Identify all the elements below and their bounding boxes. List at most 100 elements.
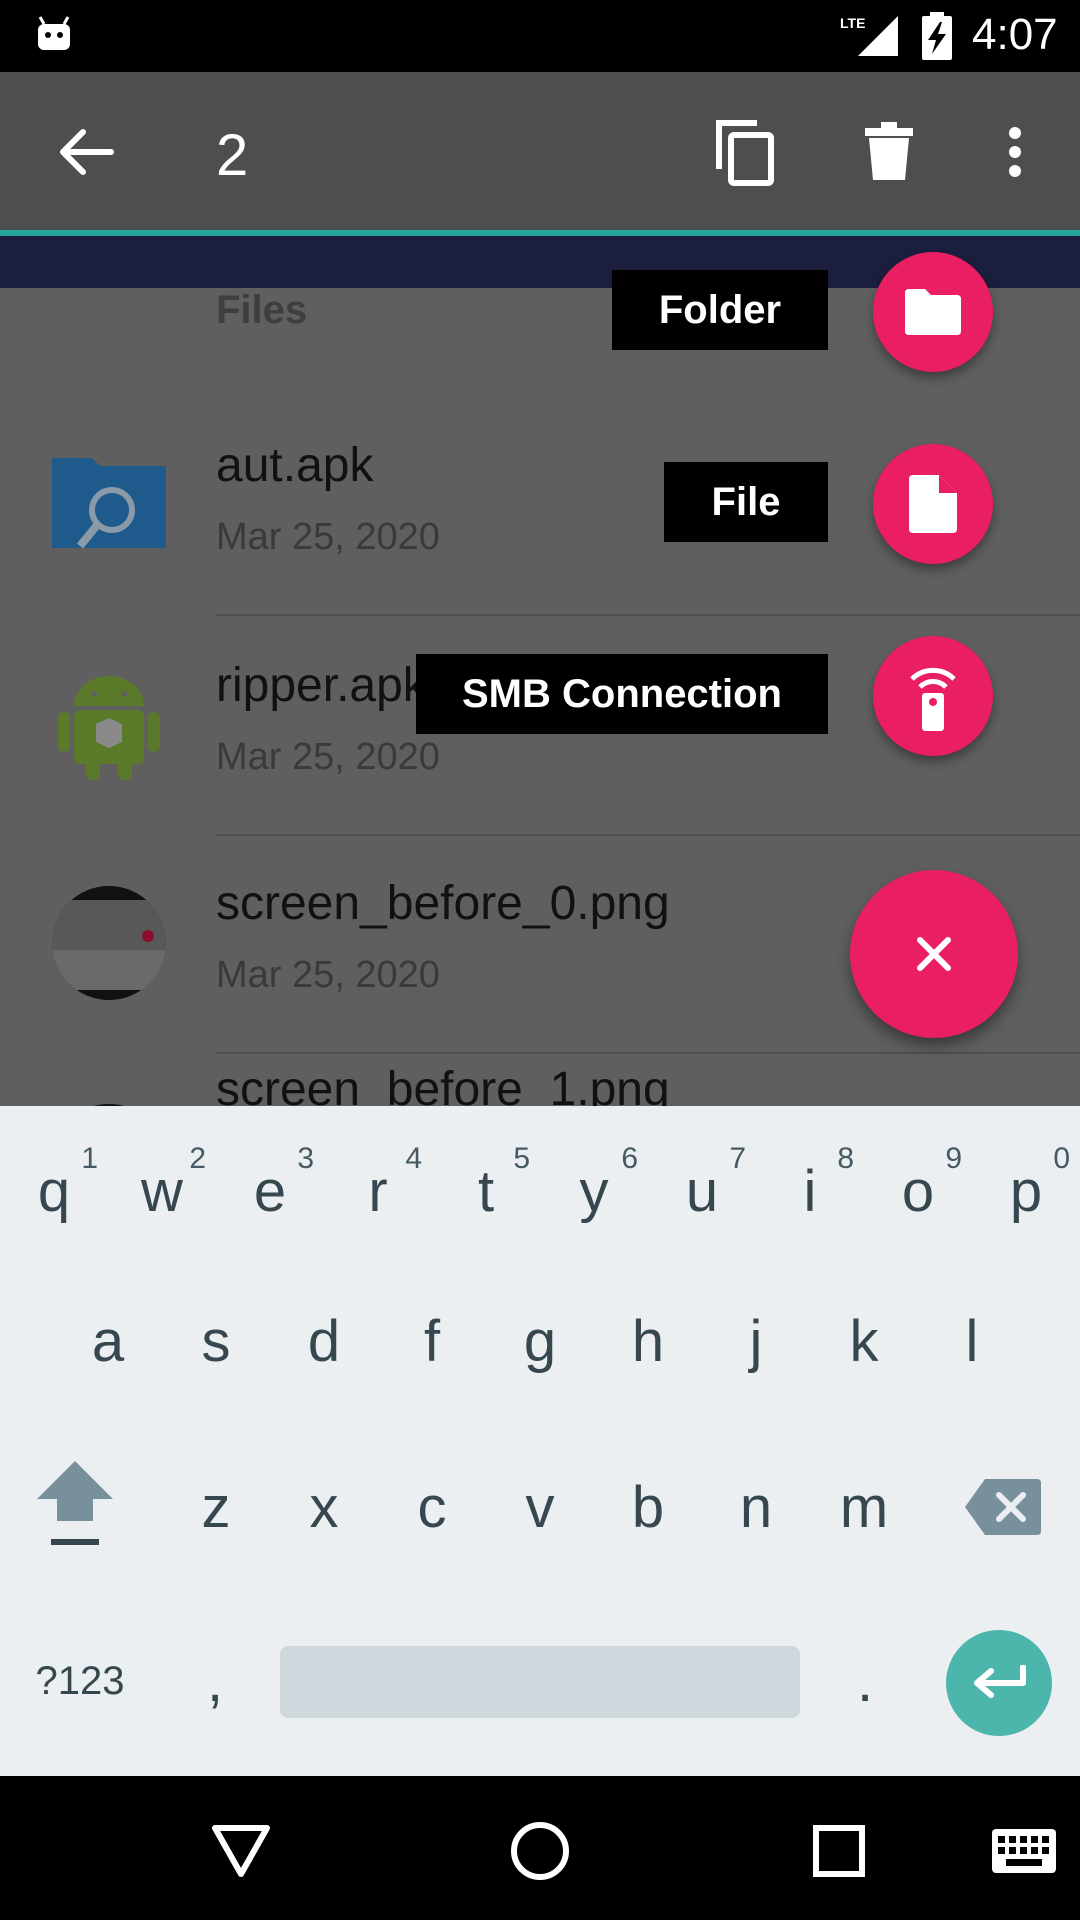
key-hint: 7 [729, 1142, 746, 1175]
key-label: u [685, 1158, 719, 1224]
new-folder-button[interactable] [873, 252, 993, 372]
more-options-button[interactable] [990, 112, 1040, 192]
smb-remote-icon [910, 667, 956, 731]
key-label: r [368, 1158, 388, 1224]
soft-keyboard: q1 w2 e3 r4 t5 y6 u7 i8 o9 p0 a s d f g … [0, 1106, 1080, 1776]
key-symbols[interactable]: ?123 [20, 1626, 140, 1736]
key-v[interactable]: v [486, 1442, 594, 1572]
back-button[interactable] [40, 114, 130, 190]
back-triangle-icon [212, 1825, 270, 1877]
file-name: aut.apk [216, 439, 374, 492]
key-hint: 0 [1053, 1142, 1070, 1175]
fab-close-button[interactable] [850, 870, 1018, 1038]
key-c[interactable]: c [378, 1442, 486, 1572]
key-hint: 1 [81, 1142, 98, 1175]
key-hint: 6 [621, 1142, 638, 1175]
file-name: ripper.apk [216, 659, 427, 712]
key-label: e [253, 1158, 287, 1224]
key-i[interactable]: i8 [756, 1126, 864, 1256]
key-label: y [579, 1158, 609, 1224]
new-file-button[interactable] [873, 444, 993, 564]
key-shift[interactable] [20, 1436, 130, 1576]
nav-home-button[interactable] [495, 1806, 585, 1896]
key-g[interactable]: g [486, 1276, 594, 1406]
key-s[interactable]: s [162, 1276, 270, 1406]
delete-button[interactable] [844, 112, 934, 192]
key-m[interactable]: m [810, 1442, 918, 1572]
key-j[interactable]: j [702, 1276, 810, 1406]
android-debug-icon [38, 16, 70, 50]
selection-action-bar: 2 [0, 72, 1080, 236]
key-hint: 3 [297, 1142, 314, 1175]
selection-count: 2 [216, 123, 249, 188]
image-thumbnail [52, 886, 166, 1000]
key-d[interactable]: d [270, 1276, 378, 1406]
key-e[interactable]: e3 [216, 1126, 324, 1256]
key-period[interactable]: . [820, 1626, 910, 1736]
home-circle-icon [511, 1822, 569, 1880]
key-r[interactable]: r4 [324, 1126, 432, 1256]
key-t[interactable]: t5 [432, 1126, 540, 1256]
key-label: i [803, 1158, 817, 1224]
back-arrow-icon [60, 129, 114, 175]
list-item[interactable]: screen_before_1.png [0, 1054, 1080, 1106]
divider [216, 614, 1080, 616]
fab-label-file[interactable]: File [664, 462, 828, 542]
key-l[interactable]: l [918, 1276, 1026, 1406]
key-hint: 9 [945, 1142, 962, 1175]
file-date: Mar 25, 2020 [216, 736, 440, 778]
android-apk-icon [58, 676, 160, 780]
key-b[interactable]: b [594, 1442, 702, 1572]
shift-icon [37, 1461, 113, 1545]
file-date: Mar 25, 2020 [216, 516, 440, 558]
file-name: screen_before_1.png [216, 1063, 670, 1106]
navigation-bar [0, 1776, 1080, 1920]
copy-icon [716, 120, 774, 186]
key-hint: 2 [189, 1142, 206, 1175]
key-hint: 5 [513, 1142, 530, 1175]
status-bar: LTE 4:07 [0, 0, 1080, 72]
key-comma[interactable]: , [170, 1626, 260, 1736]
key-space[interactable] [280, 1646, 800, 1718]
status-clock: 4:07 [972, 10, 1058, 59]
recents-square-icon [813, 1825, 865, 1877]
key-label: w [141, 1158, 183, 1224]
fab-label-folder[interactable]: Folder [612, 270, 828, 350]
nav-back-button[interactable] [196, 1806, 286, 1896]
close-icon [917, 937, 951, 971]
key-f[interactable]: f [378, 1276, 486, 1406]
new-smb-connection-button[interactable] [873, 636, 993, 756]
keyboard-switcher-button[interactable] [976, 1806, 1072, 1896]
section-header-files: Files [216, 288, 308, 332]
battery-charging-icon [922, 12, 952, 60]
copy-button[interactable] [700, 112, 790, 192]
key-h[interactable]: h [594, 1276, 702, 1406]
lte-signal-icon: LTE [840, 15, 898, 56]
key-k[interactable]: k [810, 1276, 918, 1406]
key-label: q [37, 1158, 71, 1224]
key-label: t [477, 1158, 495, 1224]
file-date: Mar 25, 2020 [216, 954, 440, 996]
key-q[interactable]: q1 [0, 1126, 108, 1256]
key-w[interactable]: w2 [108, 1126, 216, 1256]
key-p[interactable]: p0 [972, 1126, 1080, 1256]
network-type-label: LTE [840, 15, 865, 31]
key-u[interactable]: u7 [648, 1126, 756, 1256]
key-z[interactable]: z [162, 1442, 270, 1572]
key-hint: 8 [837, 1142, 854, 1175]
file-icon [909, 475, 957, 533]
fab-label-smb-connection[interactable]: SMB Connection [416, 654, 828, 734]
key-y[interactable]: y6 [540, 1126, 648, 1256]
more-vert-icon [1009, 127, 1021, 177]
folder-icon [905, 289, 961, 335]
nav-recents-button[interactable] [794, 1806, 884, 1896]
keyboard-icon [992, 1829, 1056, 1873]
key-n[interactable]: n [702, 1442, 810, 1572]
key-enter[interactable] [946, 1630, 1052, 1736]
key-backspace[interactable] [948, 1442, 1058, 1572]
key-o[interactable]: o9 [864, 1126, 972, 1256]
key-a[interactable]: a [54, 1276, 162, 1406]
key-x[interactable]: x [270, 1442, 378, 1572]
file-name: screen_before_0.png [216, 877, 670, 930]
enter-icon [974, 1665, 1026, 1698]
